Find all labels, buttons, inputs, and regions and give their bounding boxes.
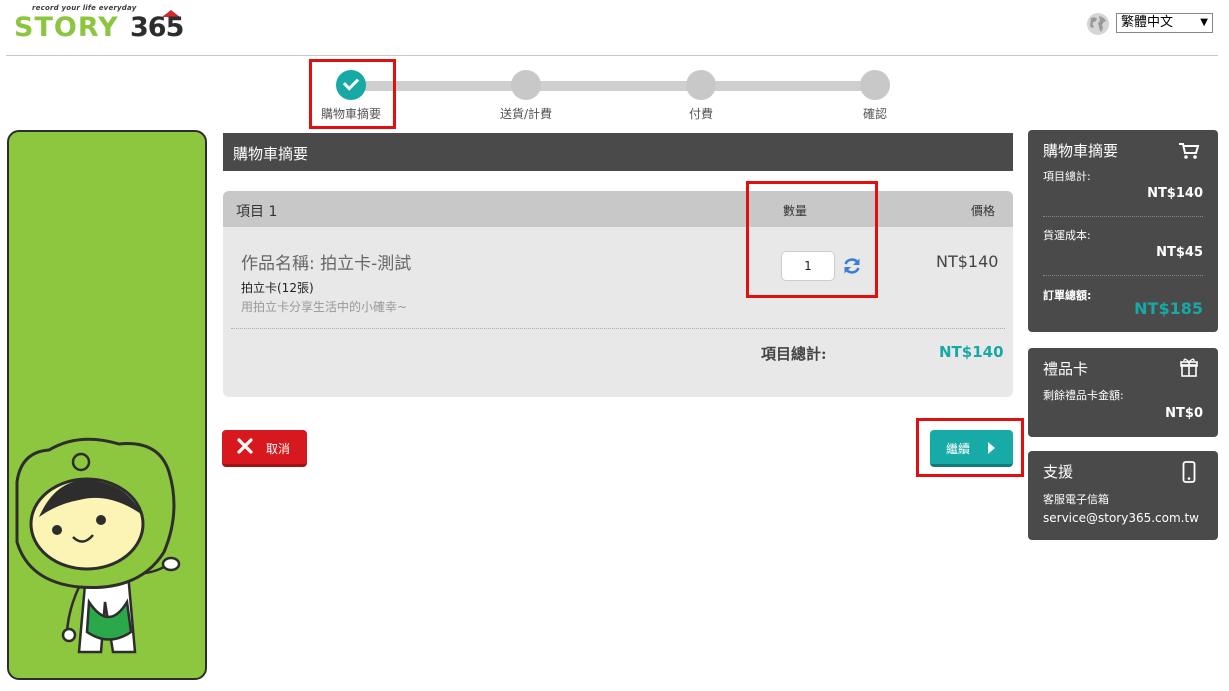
cart-table: 項目 1 數量 價格 作品名稱: 拍立卡-測試 拍立卡(12張) 用拍立卡分享生… — [223, 191, 1013, 397]
support-title: 支援 — [1043, 463, 1074, 481]
logo-tagline: record your life everyday — [32, 4, 137, 12]
continue-button[interactable]: 繼續 — [930, 430, 1013, 467]
logo-number: 365 — [130, 12, 184, 43]
items-total-value: NT$140 — [1147, 186, 1203, 201]
phone-icon — [1182, 461, 1196, 483]
step-dot — [860, 70, 890, 100]
step-done-dot — [336, 70, 366, 100]
item-price: NT$140 — [936, 252, 999, 271]
step-shipping: 送貨/計費 — [471, 70, 581, 122]
header: record your life everyday STORY 365 繁體中文… — [0, 0, 1229, 56]
step-dot — [686, 70, 716, 100]
support-email-link[interactable]: service@story365.com.tw — [1043, 511, 1199, 525]
language-select[interactable]: 繁體中文 ▼ — [1116, 13, 1213, 33]
support-email-label: 客服電子信箱 — [1043, 493, 1109, 506]
quantity-input[interactable]: 1 — [781, 251, 835, 281]
divider — [231, 328, 1005, 329]
divider — [1043, 275, 1203, 276]
subtotal-label: 項目總計: — [761, 345, 827, 363]
qty-header: 數量 — [783, 204, 808, 218]
cart-table-header: 項目 1 數量 價格 — [223, 191, 1013, 227]
summary-title: 購物車摘要 — [1043, 142, 1119, 160]
step-label: 確認 — [862, 107, 887, 121]
cart-icon — [1179, 143, 1200, 159]
play-arrow-icon — [988, 442, 995, 454]
logo-word: STORY — [14, 12, 119, 43]
step-label: 送貨/計費 — [499, 107, 553, 121]
continue-label: 繼續 — [946, 442, 971, 456]
stepper-track — [350, 81, 885, 91]
order-summary-panel: 購物車摘要 項目總計: NT$140 貨運成本: NT$45 訂單總額: NT$… — [1028, 130, 1218, 332]
support-panel: 支援 客服電子信箱 service@story365.com.tw — [1028, 451, 1218, 540]
mascot-illustration — [7, 130, 207, 680]
divider — [1043, 216, 1203, 217]
items-total-label: 項目總計: — [1043, 170, 1091, 183]
check-icon — [342, 74, 360, 91]
story365-logo[interactable]: record your life everyday STORY 365 — [14, 4, 184, 44]
gift-card-panel: 禮品卡 剩餘禮品卡金額: NT$0 — [1028, 348, 1218, 437]
gift-balance-label: 剩餘禮品卡金額: — [1043, 389, 1124, 402]
price-header: 價格 — [971, 204, 996, 218]
mascot-image — [15, 437, 181, 654]
step-payment: 付費 — [646, 70, 756, 122]
step-label: 付費 — [688, 107, 713, 121]
shipping-label: 貨運成本: — [1043, 229, 1091, 242]
step-label: 購物車摘要 — [320, 107, 381, 121]
close-icon — [237, 438, 253, 454]
gift-card-title: 禮品卡 — [1043, 360, 1089, 378]
order-total-label: 訂單總額: — [1043, 289, 1092, 302]
item-name: 作品名稱: 拍立卡-測試 — [241, 254, 412, 274]
globe-icon — [1087, 13, 1109, 35]
step-confirm: 確認 — [820, 70, 930, 122]
item-description: 用拍立卡分享生活中的小確幸~ — [241, 300, 408, 314]
gift-icon — [1180, 358, 1198, 377]
shipping-value: NT$45 — [1156, 245, 1203, 260]
order-total-value: NT$185 — [1134, 299, 1203, 318]
cancel-label: 取消 — [266, 442, 291, 456]
header-divider — [6, 55, 1218, 56]
cart-summary-title: 購物車摘要 — [223, 133, 1013, 171]
chevron-down-icon: ▼ — [1200, 17, 1208, 28]
item-type: 拍立卡(12張) — [241, 281, 314, 295]
checkout-stepper: 購物車摘要 送貨/計費 付費 確認 — [310, 58, 910, 130]
subtotal-value: NT$140 — [939, 343, 1004, 361]
step-dot — [511, 70, 541, 100]
item-header: 項目 1 — [236, 204, 278, 220]
step-cart-summary: 購物車摘要 — [296, 70, 406, 122]
language-select-value: 繁體中文 — [1121, 15, 1174, 30]
gift-balance-value: NT$0 — [1165, 406, 1203, 421]
cancel-button[interactable]: 取消 — [222, 430, 307, 467]
refresh-icon[interactable] — [841, 255, 863, 277]
